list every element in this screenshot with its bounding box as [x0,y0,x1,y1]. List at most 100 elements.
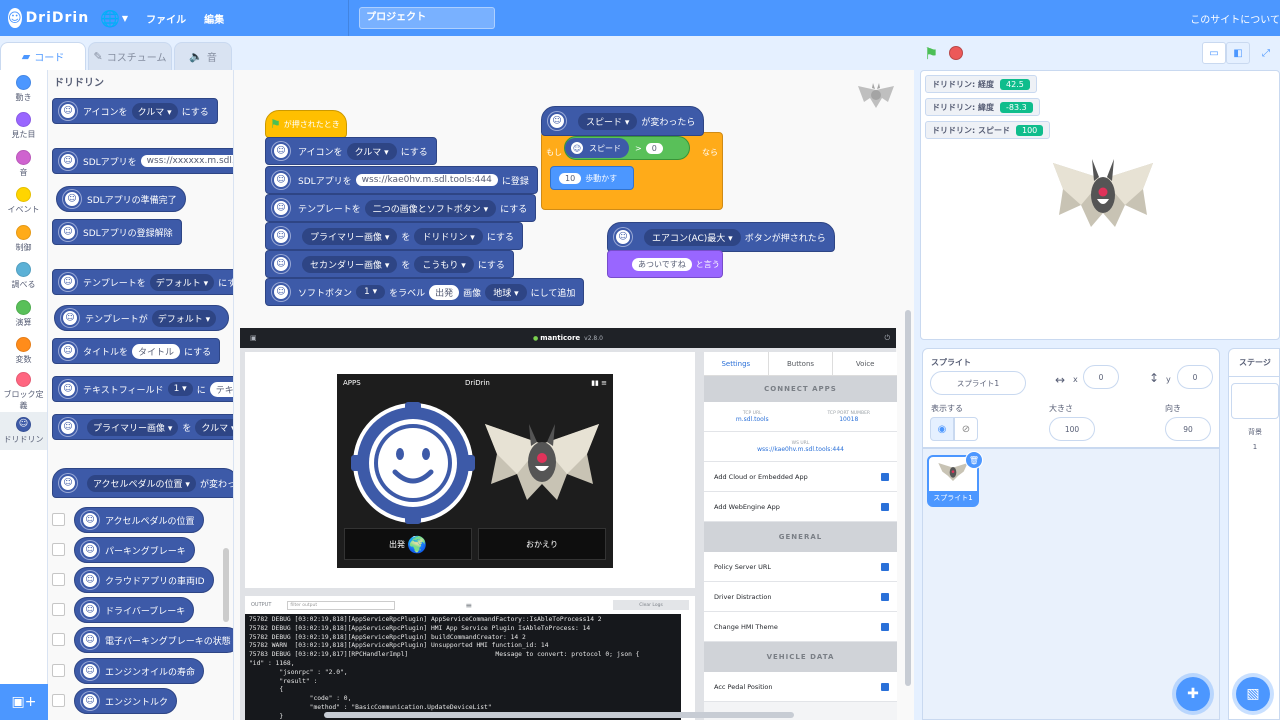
palette-reporter[interactable]: ☺ エンジントルク [74,688,178,714]
settings-row-hmi-theme[interactable]: Change HMI Theme [704,612,897,642]
sprite-thumbnail[interactable]: スプライト1 🗑 [927,451,983,507]
block-input[interactable]: 出発 [429,284,460,300]
block-dropdown[interactable]: プライマリー画像 ▾ [302,227,398,245]
palette-reporter[interactable]: ☺ アクセルペダルの位置 [74,507,204,533]
palette-reporter[interactable]: ☺ エンジンオイルの寿命 [74,658,205,684]
workspace-vertical-scrollbar[interactable] [905,310,911,686]
category-events[interactable]: イベント [0,183,47,221]
category-variables[interactable]: 変数 [0,333,47,371]
soft-button-depart[interactable]: 出発 🌍 [344,528,472,560]
block-dropdown[interactable]: 二つの画像とソフトボタン ▾ [364,199,497,217]
category-dridrin[interactable]: ☺ ドリドリン [0,412,47,450]
block-dropdown[interactable]: セカンダリー画像 ▾ [302,255,398,273]
filter-output-input[interactable]: filter output [287,600,396,610]
script-block-when-changed[interactable]: ☺ スピード ▾ が変わったら [541,106,705,136]
menu-icon[interactable]: ▮▮ ≡ [591,379,607,387]
power-icon[interactable]: ⏻ [884,334,890,343]
add-extension-button[interactable]: ▣+ [0,684,48,720]
when-flag-clicked-hat[interactable]: ⚑ が押されたとき [265,110,347,138]
palette-block-set-title[interactable]: ☺ タイトルを タイトル にする [52,338,221,364]
file-menu[interactable]: ファイル [146,11,186,26]
say-input[interactable]: あついですね [632,257,692,271]
reporter-checkbox[interactable] [52,694,65,707]
block-dropdown[interactable]: 1 ▾ [356,285,386,299]
category-sensing[interactable]: 調べる [0,258,47,296]
script-workspace[interactable]: ⚑ が押されたとき ☺ アイコンを クルマ ▾ にする ☺ SDLアプリを wss://ka… [234,70,914,720]
y-input[interactable]: 0 [1177,365,1213,389]
workspace-horizontal-scrollbar[interactable] [324,712,794,718]
direction-input[interactable]: 90 [1165,417,1211,441]
reporter-checkbox[interactable] [52,603,65,616]
script-block-set-primary-image[interactable]: ☺ プライマリー画像 ▾ をドリドリン ▾ にする [265,222,523,250]
reporter-speed[interactable]: ☺ スピード [565,138,629,158]
clear-logs-button[interactable]: Clear Logs [613,600,689,610]
block-dropdown[interactable]: エアコン(AC)最大 ▾ [644,228,741,246]
hide-sprite-button[interactable]: ⊘ [954,417,978,441]
reporter-checkbox[interactable] [52,573,65,586]
bat-sprite[interactable] [1047,155,1159,239]
tab-buttons[interactable]: Buttons [769,352,834,375]
script-block-add-soft-button[interactable]: ☺ ソフトボタン 1 ▾ をラベル 出発 画像 地球 ▾ にして追加 [265,278,585,306]
palette-block-register-app[interactable]: ☺ SDLアプリをwss://xxxxxx.m.sdl.tools:444 [52,148,233,174]
resize-handle-icon[interactable]: ≡ [465,601,472,610]
say-block[interactable]: あついですね と言う [607,250,723,278]
large-stage-button[interactable]: ◧ [1226,42,1250,64]
greater-than-operator[interactable]: ☺ スピード >0 [564,136,690,160]
tab-costumes[interactable]: ✎ コスチューム [88,42,172,70]
palette-block-when-changed[interactable]: ☺ アクセルペダルの位置 ▾が変わったら [52,468,233,498]
block-dropdown[interactable]: 地球 ▾ [485,283,527,301]
settings-row-acc-pedal[interactable]: Acc Pedal Position [704,672,897,702]
palette-reporter[interactable]: ☺ パーキングブレーキ [74,537,195,563]
green-flag-button[interactable]: ⚑ [924,44,938,63]
palette-block-unregister-app[interactable]: ☺ SDLアプリの登録解除 [52,219,182,245]
palette-block-app-ready[interactable]: ☺ SDLアプリの準備完了 [56,186,186,212]
stage[interactable]: ドリドリン: 経度 42.5 ドリドリン: 緯度 -83.3 ドリドリン: スピード… [920,70,1280,340]
edit-menu[interactable]: 編集 [204,11,224,26]
category-looks[interactable]: 見た目 [0,108,47,146]
language-menu[interactable]: 🌐 ▼ [100,9,128,28]
palette-block-set-text-field[interactable]: ☺ テキストフィールド1 ▾にテキスト [52,376,233,402]
reporter-checkbox[interactable] [52,633,65,646]
script-block-when-button-pressed[interactable]: ☺ エアコン(AC)最大 ▾ ボタンが押されたら [607,222,835,252]
size-input[interactable]: 100 [1049,417,1095,441]
small-stage-button[interactable]: ▭ [1202,42,1226,64]
stage-selector[interactable]: ステージ 背景 1 [1228,348,1280,720]
block-input[interactable]: wss://xxxxxx.m.sdl.tools:444 [140,155,233,167]
block-dropdown[interactable]: アクセルペダルの位置 ▾ [87,474,196,492]
reporter-checkbox[interactable] [52,664,65,677]
palette-block-set-image[interactable]: ☺ プライマリー画像 ▾をクルマ ▾ [52,414,233,440]
operator-input[interactable]: 0 [645,142,663,154]
category-motion[interactable]: 動き [0,70,47,108]
project-title-input[interactable]: プロジェクト [359,7,496,29]
palette-block-set-template[interactable]: ☺ テンプレートをデフォルト ▾にする [52,269,233,295]
block-dropdown[interactable]: こうもり ▾ [414,255,474,273]
category-operators[interactable]: 演算 [0,295,47,333]
palette-reporter[interactable]: ☺ 電子パーキングブレーキの状態 [74,627,233,653]
palette-reporter[interactable]: ☺ クラウドアプリの車両ID [74,567,214,593]
sprite-name-input[interactable]: スプライト1 [930,371,1026,395]
category-control[interactable]: 制御 [0,220,47,258]
settings-row-driver-distraction[interactable]: Driver Distraction [704,582,897,612]
choose-sprite-button[interactable]: ✚ [1176,677,1210,711]
script-block-set-template[interactable]: ☺ テンプレートを 二つの画像とソフトボタン ▾ にする [265,194,537,222]
script-block-register-app[interactable]: ☺ SDLアプリを wss://kae0hv.m.sdl.tools:444 に登録 [265,166,538,194]
soft-button-welcome-back[interactable]: おかえり [478,528,606,560]
category-my-blocks[interactable]: ブロック定義 [0,370,47,412]
block-dropdown[interactable]: プライマリー画像 ▾ [87,418,179,436]
settings-row-policy-server[interactable]: Policy Server URL [704,552,897,582]
block-input[interactable]: テキスト [209,381,233,397]
move-steps-block[interactable]: 10 歩動かす [550,166,634,190]
reporter-checkbox[interactable] [52,513,65,526]
block-dropdown[interactable]: クルマ ▾ [346,142,397,160]
block-input[interactable]: wss://kae0hv.m.sdl.tools:444 [355,174,498,186]
tab-sounds[interactable]: 🔈 音 [174,42,232,70]
block-dropdown[interactable]: スピード ▾ [578,112,638,130]
script-block-set-icon[interactable]: ☺ アイコンを クルマ ▾ にする [265,137,437,165]
script-block-set-secondary-image[interactable]: ☺ セカンダリー画像 ▾ をこうもり ▾ にする [265,250,514,278]
tab-code[interactable]: ▰ コード [0,42,86,70]
reporter-checkbox[interactable] [52,543,65,556]
settings-row-add-cloud-app[interactable]: Add Cloud or Embedded App [704,462,897,492]
show-sprite-button[interactable]: ◉ [930,417,954,441]
choose-backdrop-button[interactable]: ▧ [1236,677,1270,711]
steps-input[interactable]: 10 [559,172,582,184]
